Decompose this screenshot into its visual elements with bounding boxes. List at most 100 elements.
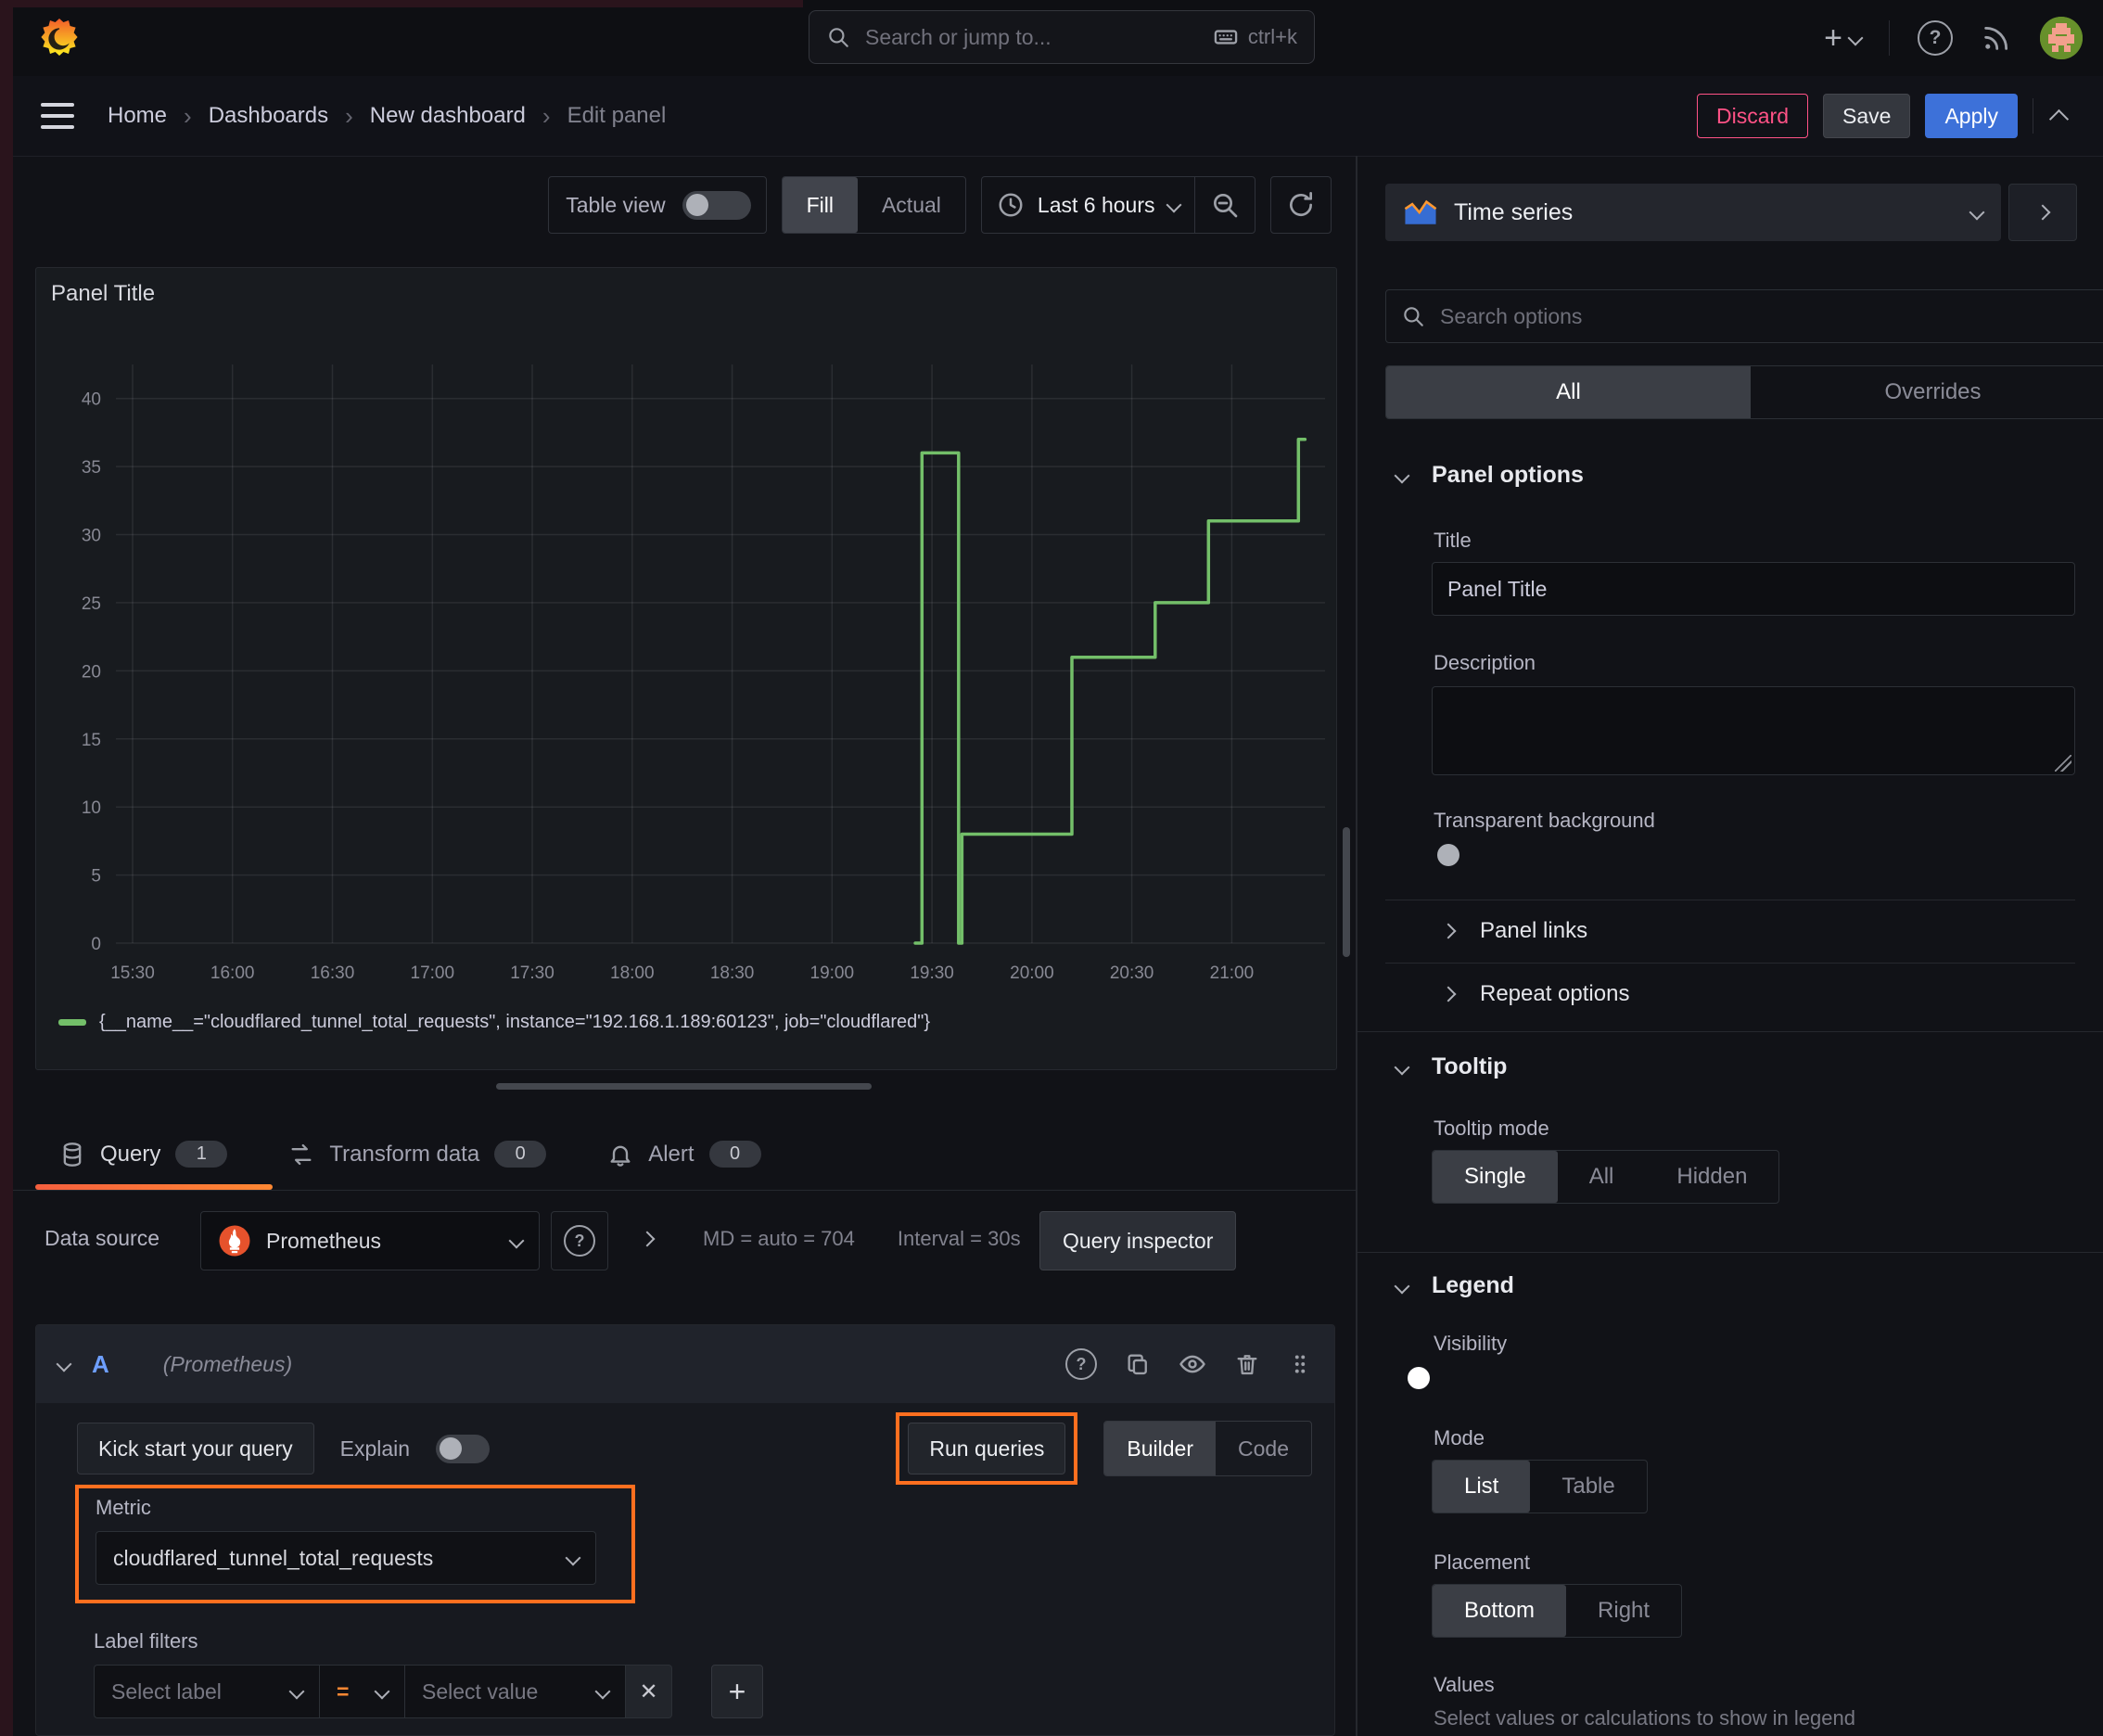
time-range-label: Last 6 hours <box>1037 192 1155 217</box>
tab-all-options[interactable]: All <box>1386 366 1751 418</box>
mode-list-option[interactable]: List <box>1433 1461 1531 1513</box>
data-source-picker[interactable]: Prometheus <box>200 1211 540 1270</box>
svg-text:10: 10 <box>82 798 101 818</box>
section-legend[interactable]: Legend <box>1394 1272 1514 1299</box>
breadcrumb-new-dashboard[interactable]: New dashboard <box>370 103 526 129</box>
select-value-dropdown[interactable]: Select value <box>405 1665 626 1718</box>
refresh-button[interactable] <box>1271 177 1331 233</box>
tooltip-mode-switch: Single All Hidden <box>1432 1150 1780 1204</box>
data-source-value: Prometheus <box>266 1228 382 1253</box>
visibility-label: Visibility <box>1434 1332 1508 1355</box>
panel-title-input[interactable] <box>1432 562 2075 616</box>
vertical-scrollbar[interactable] <box>1343 827 1350 957</box>
section-repeat-options[interactable]: Repeat options <box>1440 981 1629 1007</box>
add-new-button[interactable]: + <box>1824 22 1864 54</box>
query-row-header[interactable]: A (Prometheus) ? <box>36 1325 1334 1403</box>
visualization-picker[interactable]: Time series <box>1385 184 2001 241</box>
description-textarea[interactable] <box>1432 686 2075 775</box>
tab-query[interactable]: Query 1 <box>59 1141 228 1168</box>
active-tab-underline <box>35 1184 273 1190</box>
eye-icon[interactable] <box>1179 1350 1206 1378</box>
zoom-out-icon <box>1214 194 1238 218</box>
actual-option[interactable]: Actual <box>858 177 965 233</box>
section-tooltip[interactable]: Tooltip <box>1394 1053 1507 1080</box>
breadcrumb-home[interactable]: Home <box>108 103 167 129</box>
user-avatar[interactable] <box>2040 17 2083 59</box>
save-button[interactable]: Save <box>1823 94 1911 138</box>
tab-transform-data[interactable]: Transform data 0 <box>288 1141 547 1168</box>
menu-icon[interactable] <box>41 103 74 129</box>
global-search-input[interactable] <box>863 23 1200 51</box>
time-range-group: Last 6 hours <box>980 176 1255 234</box>
collapse-query-icon[interactable] <box>56 1356 72 1372</box>
tab-alert[interactable]: Alert 0 <box>607 1141 761 1168</box>
zoom-out-button[interactable] <box>1195 177 1255 233</box>
copy-icon[interactable] <box>1125 1351 1151 1377</box>
table-view-toggle[interactable] <box>682 190 751 220</box>
data-source-help-button[interactable]: ? <box>551 1211 608 1270</box>
search-shortcut: ctrl+k <box>1247 25 1297 48</box>
resize-handle-icon[interactable] <box>2055 755 2071 772</box>
chevron-down-icon <box>1969 204 1985 221</box>
toggle-viz-picker-button[interactable] <box>2008 184 2077 241</box>
placement-switch: Bottom Right <box>1432 1584 1683 1638</box>
select-label-dropdown[interactable]: Select label <box>94 1665 320 1718</box>
divider <box>1357 1252 2103 1253</box>
add-filter-button[interactable]: + <box>711 1665 763 1718</box>
explain-toggle[interactable] <box>436 1434 491 1463</box>
drag-handle-icon[interactable] <box>1288 1352 1312 1376</box>
values-hint: Select values or calculations to show in… <box>1434 1706 1855 1730</box>
operator-dropdown[interactable]: = <box>320 1665 405 1718</box>
options-search-input[interactable] <box>1438 302 2100 330</box>
tooltip-hidden-option[interactable]: Hidden <box>1645 1151 1778 1203</box>
help-button[interactable]: ? <box>1918 20 1953 56</box>
svg-text:20:00: 20:00 <box>1010 964 1054 983</box>
builder-option[interactable]: Builder <box>1104 1422 1217 1475</box>
svg-text:35: 35 <box>82 458 101 478</box>
fill-option[interactable]: Fill <box>782 177 858 233</box>
horizontal-scrollbar[interactable] <box>496 1083 872 1090</box>
tab-overrides[interactable]: Overrides <box>1751 366 2103 418</box>
breadcrumb-dashboards[interactable]: Dashboards <box>209 103 328 129</box>
screenshot-edge-left <box>0 0 13 1736</box>
chevron-right-icon[interactable] <box>639 1231 656 1247</box>
trash-icon[interactable] <box>1234 1351 1260 1377</box>
legend-series-label[interactable]: {__name__="cloudflared_tunnel_total_requ… <box>99 1012 930 1033</box>
discard-button[interactable]: Discard <box>1697 94 1809 138</box>
builder-code-switch: Builder Code <box>1103 1421 1312 1476</box>
chevron-down-icon <box>374 1683 390 1700</box>
grafana-logo-icon[interactable] <box>37 17 82 61</box>
metric-annotation: Metric cloudflared_tunnel_total_requests <box>75 1485 635 1603</box>
legend-swatch[interactable] <box>58 1019 86 1026</box>
query-inspector-button[interactable]: Query inspector <box>1039 1211 1237 1270</box>
label-filters-row: Select label = Select value ✕ + <box>94 1665 763 1718</box>
news-rss-icon[interactable] <box>1981 22 2012 54</box>
global-search[interactable]: ctrl+k <box>809 10 1315 64</box>
search-icon <box>829 28 848 47</box>
apply-button[interactable]: Apply <box>1925 94 2018 138</box>
kick-start-button[interactable]: Kick start your query <box>77 1423 314 1474</box>
placement-right-option[interactable]: Right <box>1566 1585 1681 1637</box>
panel-title[interactable]: Panel Title <box>51 281 155 307</box>
code-option[interactable]: Code <box>1216 1422 1311 1475</box>
placement-bottom-option[interactable]: Bottom <box>1433 1585 1567 1637</box>
svg-text:16:00: 16:00 <box>210 964 255 983</box>
collapse-header-icon[interactable] <box>2048 108 2070 129</box>
section-panel-options[interactable]: Panel options <box>1394 462 1584 489</box>
help-icon: ? <box>1929 27 1942 48</box>
mode-table-option[interactable]: Table <box>1530 1461 1646 1513</box>
svg-text:18:30: 18:30 <box>710 964 755 983</box>
metric-select[interactable]: cloudflared_tunnel_total_requests <box>96 1531 596 1585</box>
svg-text:25: 25 <box>82 594 101 614</box>
remove-filter-button[interactable]: ✕ <box>626 1665 672 1718</box>
transform-icon <box>291 1143 312 1165</box>
visualization-name: Time series <box>1454 198 1574 225</box>
run-queries-button[interactable]: Run queries <box>908 1423 1066 1474</box>
section-panel-links[interactable]: Panel links <box>1440 918 1587 944</box>
options-search[interactable] <box>1385 289 2103 343</box>
tooltip-all-option[interactable]: All <box>1558 1151 1646 1203</box>
query-help-button[interactable]: ? <box>1065 1348 1097 1380</box>
time-range-picker[interactable]: Last 6 hours <box>982 177 1194 233</box>
tooltip-single-option[interactable]: Single <box>1433 1151 1558 1203</box>
time-series-chart[interactable]: 0 5 10 15 20 25 30 35 40 15:30 16:00 16:30 17:00 17:3… <box>40 350 1334 1014</box>
